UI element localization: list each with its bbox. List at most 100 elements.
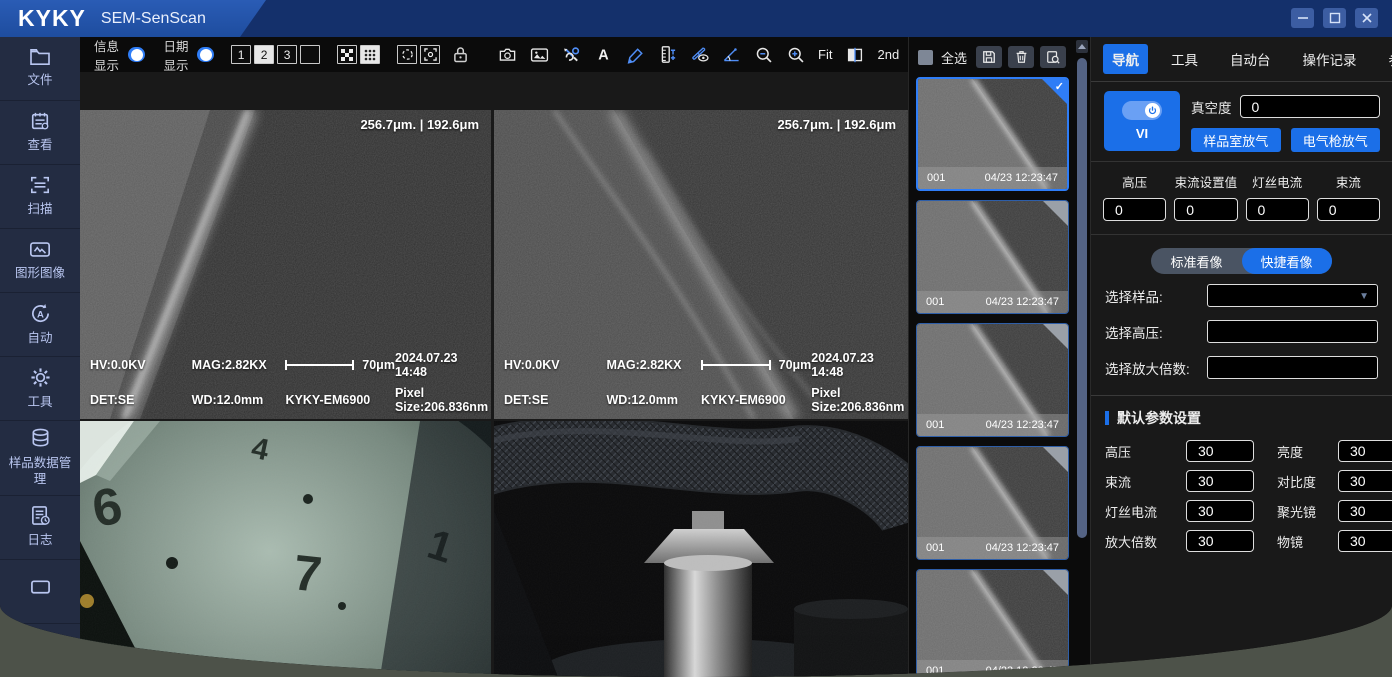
beam-set-input[interactable] (1174, 198, 1237, 221)
sidebar-item-label: 日志 (27, 532, 52, 548)
save-button[interactable] (976, 46, 1002, 68)
sidebar-item-log[interactable]: 日志 (0, 496, 80, 560)
angle-icon[interactable] (720, 43, 743, 66)
scrollbar-thumb[interactable] (1077, 58, 1087, 538)
sidebar-item-graphics[interactable]: 图形图像 (0, 229, 80, 293)
tab-parameter-settings[interactable]: 参数设置 (1380, 44, 1392, 74)
view-icon (30, 111, 50, 131)
wrench-icon[interactable] (560, 43, 583, 66)
second-view-button[interactable]: 2nd (875, 47, 901, 62)
filament-input[interactable] (1246, 198, 1309, 221)
chamber-camera-pane[interactable] (494, 421, 908, 677)
preview-button[interactable] (1040, 46, 1066, 68)
thumbnail-item[interactable]: 001 04/23 12:23:47 (916, 569, 1069, 677)
default-objective-input[interactable] (1338, 530, 1392, 552)
default-condenser-input[interactable] (1338, 500, 1392, 522)
fit-button[interactable]: Fit (816, 47, 834, 62)
tab-navigation[interactable]: 导航 (1103, 44, 1148, 74)
minimize-button[interactable] (1291, 8, 1314, 28)
picture-icon[interactable] (528, 43, 551, 66)
zoom-out-icon[interactable] (752, 43, 775, 66)
log-icon (30, 505, 51, 526)
layout-2-button[interactable]: 2 (254, 45, 274, 64)
measure-eye-icon[interactable] (688, 43, 711, 66)
ruler-icon[interactable] (656, 43, 679, 66)
viewfinder-icon[interactable] (420, 45, 440, 64)
camera-icon[interactable] (496, 43, 519, 66)
sidebar-item-extra[interactable] (0, 560, 80, 624)
default-mag-input[interactable] (1186, 530, 1254, 552)
lock-icon[interactable] (449, 43, 472, 66)
sidebar-item-tools[interactable]: 工具 (0, 357, 80, 421)
text-icon[interactable]: A (592, 43, 615, 66)
gun-vent-button[interactable]: 电气枪放气 (1291, 128, 1381, 152)
select-all-checkbox[interactable] (918, 50, 933, 65)
refresh-frame-icon[interactable] (397, 45, 417, 64)
gear-icon (30, 367, 51, 388)
sidebar-item-label: 查看 (27, 137, 52, 153)
chamber-vent-button[interactable]: 样品室放气 (1191, 128, 1281, 152)
thumbnail-item[interactable]: 001 04/23 12:23:47 (916, 446, 1069, 560)
select-sample-dropdown[interactable]: ▼ (1207, 284, 1378, 307)
layout-1-button[interactable]: 1 (231, 45, 251, 64)
default-mag-label: 放大倍数 (1105, 532, 1177, 551)
thumbnail-caption: 001 04/23 12:23:47 (917, 414, 1068, 436)
select-mag-input[interactable] (1207, 356, 1378, 379)
app-title: SEM-SenScan (101, 10, 206, 28)
default-beam-input[interactable] (1186, 470, 1254, 492)
info-display-switch[interactable] (128, 47, 145, 62)
vi-button[interactable]: VI (1104, 91, 1180, 151)
default-hv-input[interactable] (1186, 440, 1254, 462)
sidebar-item-file[interactable]: 文件 (0, 37, 80, 101)
vacuum-input[interactable] (1240, 95, 1381, 118)
scroll-up-button[interactable] (1076, 40, 1088, 53)
thumbnail-item[interactable]: 001 04/23 12:23:47 (916, 323, 1069, 437)
maximize-button[interactable] (1323, 8, 1346, 28)
stage-camera-pane[interactable]: 4 6 7 1 (80, 421, 491, 677)
delete-button[interactable] (1008, 46, 1034, 68)
pen-icon[interactable] (624, 43, 647, 66)
select-hv-input[interactable] (1207, 320, 1378, 343)
frame-mode-group (397, 45, 440, 64)
image-viewport: 256.7μm. | 192.6μm HV:0.0KV MAG:2.82KX 7… (80, 72, 908, 677)
thumbnail-list: ✓ 001 04/23 12:23:47 001 04/23 12:23:47 … (916, 77, 1069, 677)
close-button[interactable] (1355, 8, 1378, 28)
thumbnail-item[interactable]: ✓ 001 04/23 12:23:47 (916, 77, 1069, 191)
layout-3-button[interactable]: 3 (277, 45, 297, 64)
layout-4-button[interactable] (300, 45, 320, 64)
hv-input[interactable] (1103, 198, 1166, 221)
folder-icon (29, 48, 51, 66)
sidebar-item-view[interactable]: 查看 (0, 101, 80, 165)
sidebar-item-sample-data[interactable]: 样品数据管理 (0, 421, 80, 496)
tab-auto-stage[interactable]: 自动台 (1221, 44, 1280, 74)
tab-operation-log[interactable]: 操作记录 (1294, 44, 1366, 74)
control-panel: 导航 工具 自动台 操作记录 参数设置 VI 真空度 样品室放气 电气枪 (1090, 37, 1392, 677)
tab-tools[interactable]: 工具 (1162, 44, 1207, 74)
quick-imaging-button[interactable]: 快捷看像 (1242, 248, 1332, 274)
vi-toggle-switch[interactable] (1122, 101, 1162, 120)
default-brightness-input[interactable] (1338, 440, 1392, 462)
standard-imaging-button[interactable]: 标准看像 (1151, 248, 1241, 274)
power-icon (1145, 103, 1160, 118)
thumbnail-item[interactable]: 001 04/23 12:23:47 (916, 200, 1069, 314)
sem-image-pane-1[interactable]: 256.7μm. | 192.6μm HV:0.0KV MAG:2.82KX 7… (80, 110, 491, 419)
select-sample-row: 选择样品: ▼ (1091, 276, 1392, 312)
beam-input[interactable] (1317, 198, 1380, 221)
window-controls (1291, 8, 1378, 28)
date-display-switch[interactable] (197, 47, 214, 62)
split-icon[interactable] (843, 43, 866, 66)
pattern-icon[interactable] (360, 45, 380, 64)
sidebar-item-auto[interactable]: A 自动 (0, 293, 80, 357)
default-filament-input[interactable] (1186, 500, 1254, 522)
default-contrast-input[interactable] (1338, 470, 1392, 492)
main-area: 信息显示 日期显示 1 2 3 (80, 37, 908, 677)
grid-icon[interactable] (337, 45, 357, 64)
thumbnail-id: 001 (926, 542, 944, 554)
sem-image-pane-2[interactable]: 256.7μm. | 192.6μm HV:0.0KV MAG:2.82KX 7… (494, 110, 908, 419)
imaging-mode-row: 标准看像 快捷看像 (1091, 235, 1392, 276)
sidebar-item-scan[interactable]: 扫描 (0, 165, 80, 229)
sidebar-item-label: 样品数据管理 (3, 455, 77, 488)
zoom-in-icon[interactable] (784, 43, 807, 66)
default-parameters-grid: 高压 亮度 束流 对比度 灯丝电流 聚光镜 放大倍数 物镜 (1091, 434, 1392, 558)
title-bar-brand: KYKY SEM-SenScan (0, 0, 266, 37)
